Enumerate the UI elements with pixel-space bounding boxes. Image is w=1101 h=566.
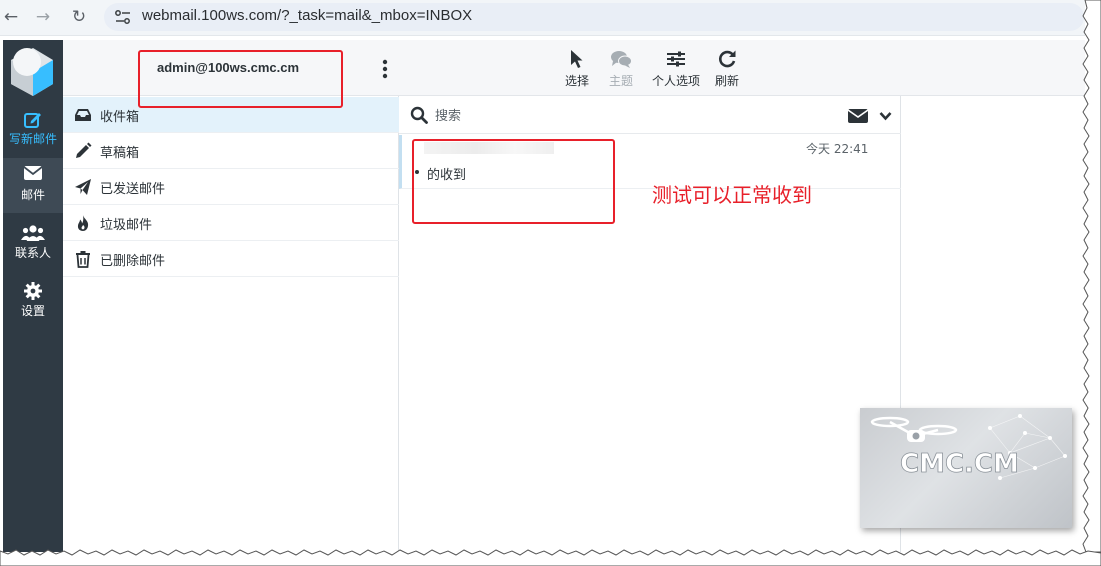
app-logo[interactable] (3, 40, 63, 100)
preview-pane-header (901, 40, 1085, 96)
folder-item-sent[interactable]: 已发送邮件 (63, 169, 399, 205)
address-bar[interactable]: webmail.100ws.com/?_task=mail&_mbox=INBO… (104, 3, 1084, 31)
toolbar-label: 刷新 (714, 74, 739, 88)
options-button[interactable]: 个人选项 (647, 48, 705, 92)
inbox-icon (75, 109, 91, 121)
sidebar-item-label: 联系人 (14, 246, 51, 260)
svg-text:CMC.CM: CMC.CM (900, 449, 1019, 479)
message-date: 今天 22:41 (806, 142, 869, 156)
sidebar-item-compose[interactable]: 写新邮件 (3, 102, 63, 157)
refresh-icon (719, 50, 736, 68)
folder-label: 草稿箱 (100, 146, 140, 161)
search-input[interactable] (435, 106, 815, 126)
sliders-icon (667, 51, 685, 67)
toolbar-label: 选择 (564, 74, 589, 88)
comments-icon (611, 51, 632, 68)
pointer-icon (571, 50, 583, 68)
url-text[interactable]: webmail.100ws.com/?_task=mail&_mbox=INBO… (142, 7, 472, 24)
compose-icon (24, 113, 41, 128)
toolbar-label: 个人选项 (651, 74, 700, 88)
folder-item-trash[interactable]: 已删除邮件 (63, 241, 399, 277)
envelope-icon (24, 166, 42, 180)
forward-arrow-icon[interactable]: → (32, 6, 54, 28)
search-bar (399, 98, 901, 134)
select-button[interactable]: 选择 (559, 48, 595, 92)
folder-label: 已删除邮件 (100, 254, 166, 269)
sidebar-item-label: 写新邮件 (8, 132, 57, 146)
fire-icon (77, 215, 89, 231)
sidebar-item-settings[interactable]: 设置 (3, 274, 63, 329)
paper-plane-icon (75, 179, 91, 195)
screenshot-frame: ← → ↻ webmail.100ws.com/?_task=mail&_mbo… (0, 0, 1101, 566)
browser-toolbar: ← → ↻ webmail.100ws.com/?_task=mail&_mbo… (0, 0, 1085, 36)
annotation-text: 测试可以正常收到 (652, 183, 812, 207)
toolbar-label: 主题 (608, 74, 633, 88)
folder-item-junk[interactable]: 垃圾邮件 (63, 205, 399, 241)
annotation-box-message (412, 139, 615, 224)
mail-toolbar: 选择 主题 个人选项 刷新 (399, 40, 901, 96)
folder-label: 垃圾邮件 (100, 218, 153, 233)
back-arrow-icon[interactable]: ← (0, 6, 22, 28)
sidebar-item-contacts[interactable]: 联系人 (3, 216, 63, 271)
gear-icon (24, 282, 42, 300)
message-list-pane: 选择 主题 个人选项 刷新 搜索 今天 22:41 的收到 (399, 40, 901, 552)
sidebar-item-label: 设置 (20, 304, 45, 318)
trash-icon (76, 251, 90, 268)
sidebar-item-label: 邮件 (20, 188, 45, 202)
annotation-box-account (138, 50, 343, 108)
reload-icon[interactable]: ↻ (68, 6, 90, 28)
app-sidebar: 写新邮件 邮件 联系人 设置 (3, 40, 63, 552)
refresh-button[interactable]: 刷新 (709, 48, 745, 92)
users-icon (21, 225, 45, 241)
envelope-filter-icon[interactable] (848, 108, 868, 124)
search-icon[interactable] (410, 106, 428, 124)
threads-button[interactable]: 主题 (603, 48, 639, 92)
folder-label: 已发送邮件 (100, 182, 166, 197)
folder-item-drafts[interactable]: 草稿箱 (63, 133, 399, 169)
watermark-logo: CMC.CM (860, 408, 1072, 528)
site-settings-icon[interactable] (114, 9, 132, 25)
pencil-icon (76, 142, 92, 158)
folder-pane: admin@100ws.cmc.cm 收件箱 草稿箱 已发送邮件 垃圾邮件 已删… (63, 40, 399, 552)
sidebar-item-mail[interactable]: 邮件 (3, 158, 63, 213)
folder-label: 收件箱 (100, 110, 140, 125)
chevron-down-icon[interactable] (879, 110, 892, 122)
more-menu-icon[interactable] (381, 59, 389, 79)
